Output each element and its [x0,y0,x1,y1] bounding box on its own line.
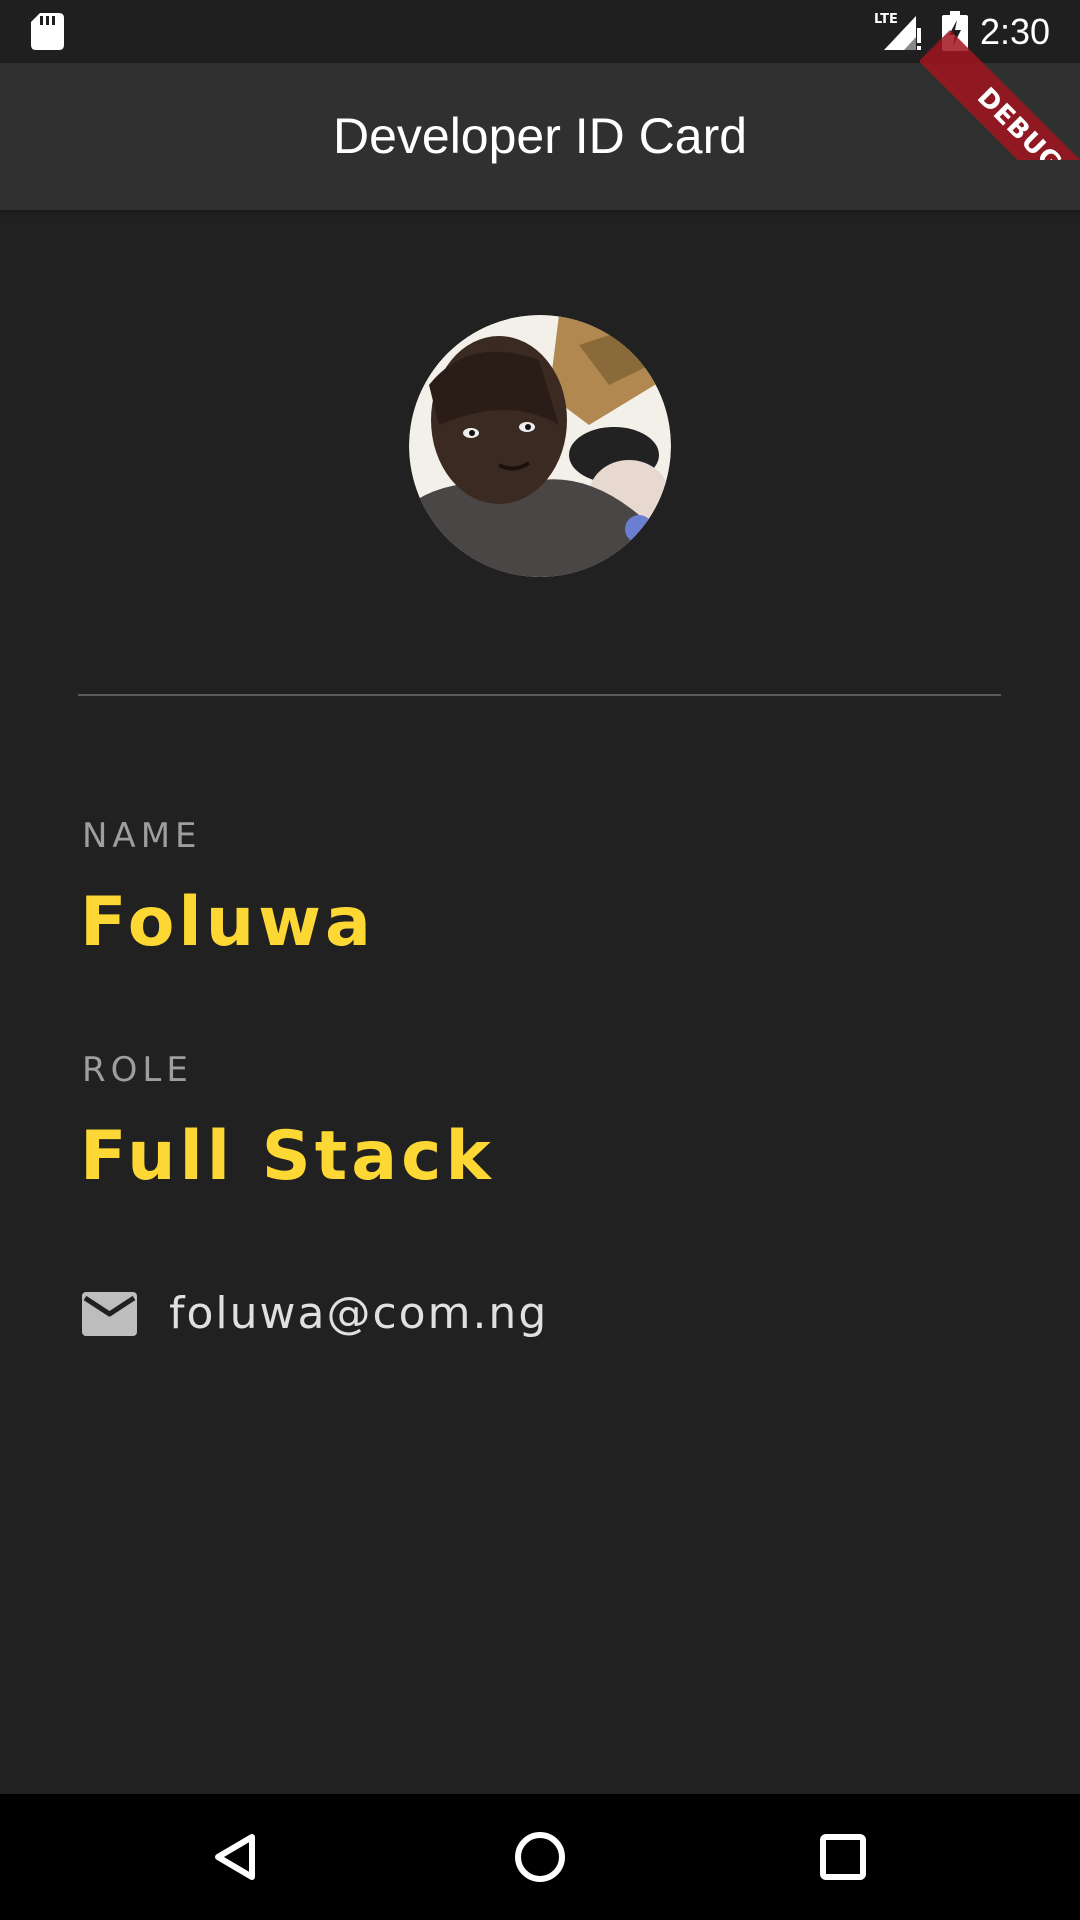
lte-signal-icon: LTE [874,10,921,50]
battery-charging-icon [942,11,968,51]
screen: LTE 2:30 Developer ID Card DEBUG NAME Fo… [0,0,1080,1920]
home-icon[interactable] [500,1817,580,1897]
name-value: Foluwa [80,883,375,962]
sd-card-icon [31,13,64,50]
mail-icon [82,1292,137,1336]
status-time: 2:30 [980,11,1051,52]
role-value: Full Stack [80,1117,495,1196]
navigation-bar [0,1794,1080,1920]
divider [78,694,1001,696]
app-bar: Developer ID Card [0,63,1080,210]
email-row: foluwa@com.ng [82,1284,782,1344]
email-text: foluwa@com.ng [169,1288,549,1339]
name-label: NAME [82,816,202,856]
page-title: Developer ID Card [332,108,748,164]
role-label: ROLE [82,1050,193,1090]
avatar [409,315,671,577]
status-bar: LTE 2:30 [0,0,1080,63]
network-label: LTE [874,12,898,27]
back-icon[interactable] [196,1817,276,1897]
recents-icon[interactable] [803,1817,883,1897]
